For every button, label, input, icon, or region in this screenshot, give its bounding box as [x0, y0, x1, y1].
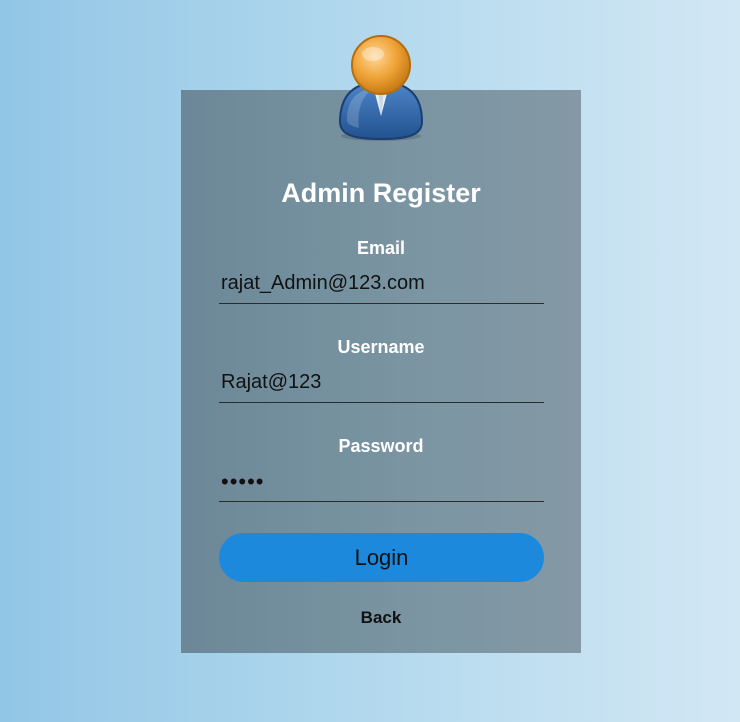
register-card: Admin Register Email Username Password L… [181, 90, 581, 653]
username-field[interactable] [219, 363, 544, 403]
email-field[interactable] [219, 264, 544, 304]
password-field[interactable] [219, 462, 544, 502]
login-button[interactable]: Login [219, 533, 544, 582]
email-label: Email [356, 238, 406, 258]
page-title: Admin Register [281, 178, 481, 208]
back-link[interactable]: Back [181, 608, 581, 628]
username-label: Username [337, 337, 425, 357]
admin-user-icon [338, 35, 424, 141]
password-label: Password [338, 436, 424, 456]
